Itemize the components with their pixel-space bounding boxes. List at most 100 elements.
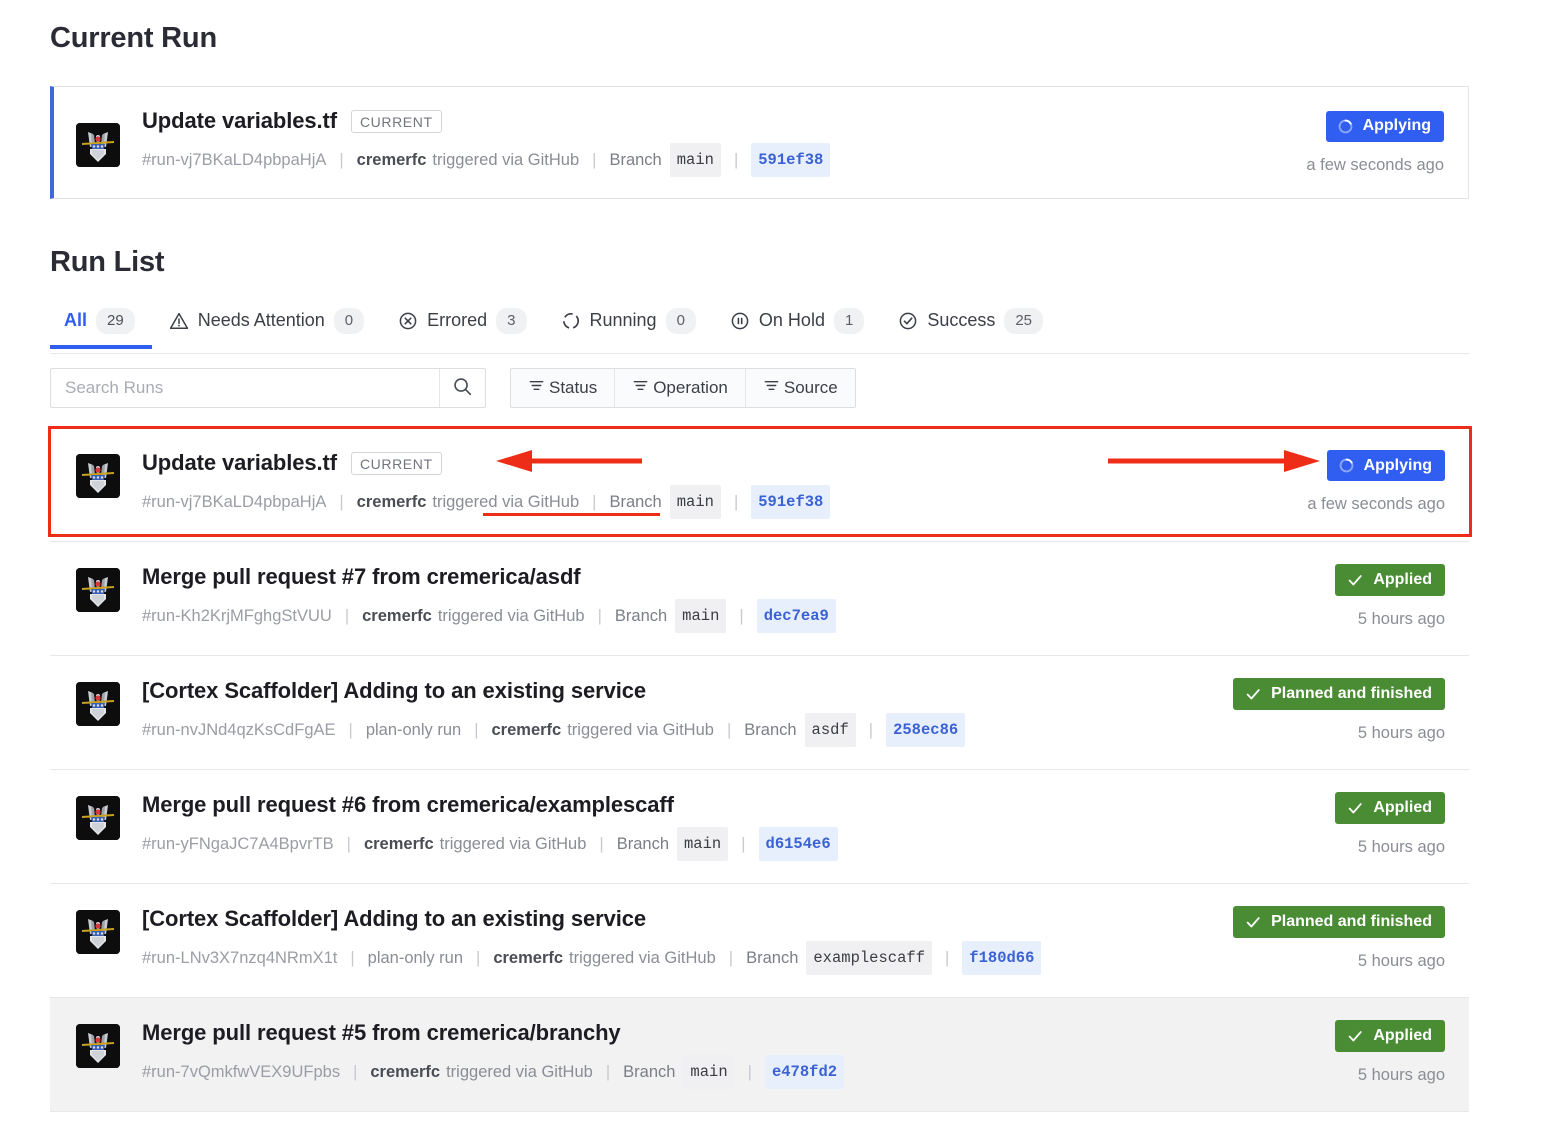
run-list-item[interactable]: [Cortex Scaffolder] Adding to an existin… xyxy=(50,884,1469,998)
search-input[interactable] xyxy=(51,369,439,407)
filter-button-group: Status Operation Source xyxy=(510,368,856,408)
tab-success[interactable]: Success 25 xyxy=(881,308,1060,348)
commit-sha[interactable]: 258ec86 xyxy=(886,713,966,747)
run-title[interactable]: Merge pull request #5 from cremerica/bra… xyxy=(142,1020,621,1046)
search-runs-box[interactable] xyxy=(50,368,486,408)
tab-count: 0 xyxy=(665,308,696,334)
pause-circle-icon xyxy=(730,311,750,331)
meta-separator: | xyxy=(346,835,351,853)
meta-separator: | xyxy=(747,1063,752,1081)
status-badge-label: Applied xyxy=(1373,1027,1432,1044)
filter-status-button[interactable]: Status xyxy=(511,369,616,407)
running-spinner-icon xyxy=(561,311,581,331)
check-icon xyxy=(1346,1027,1364,1045)
commit-sha[interactable]: d6154e6 xyxy=(758,827,838,861)
status-badge-label: Applied xyxy=(1373,799,1432,816)
run-list: Update variables.tf CURRENT #run-vj7BKaL… xyxy=(50,428,1469,1112)
status-badge-label: Applying xyxy=(1362,117,1431,134)
check-icon xyxy=(1244,685,1262,703)
avatar xyxy=(76,682,120,726)
status-badge: Planned and finished xyxy=(1233,906,1445,938)
plan-only-label: plan-only run xyxy=(367,949,464,967)
run-meta: #run-nvJNd4qzKsCdFgAE | plan-only run | … xyxy=(142,713,1213,747)
tab-all[interactable]: All 29 xyxy=(50,308,152,348)
tab-label: Needs Attention xyxy=(197,310,325,331)
run-list-item[interactable]: Update variables.tf CURRENT #run-vj7BKaL… xyxy=(50,428,1469,542)
search-button[interactable] xyxy=(439,369,485,407)
tab-label: Running xyxy=(589,310,657,331)
plan-only-label: plan-only run xyxy=(365,721,462,739)
run-list-item[interactable]: [Cortex Scaffolder] Adding to an existin… xyxy=(50,656,1469,770)
avatar xyxy=(76,568,120,612)
run-list-item[interactable]: Merge pull request #6 from cremerica/exa… xyxy=(50,770,1469,884)
run-user: cremerfc xyxy=(356,493,427,511)
check-circle-icon xyxy=(898,311,918,331)
spinner-icon xyxy=(1338,457,1355,474)
meta-separator: | xyxy=(344,607,350,625)
branch-label: Branch xyxy=(609,493,662,511)
run-status-area: Applying a few seconds ago xyxy=(1244,110,1444,175)
avatar xyxy=(76,1024,120,1068)
commit-sha[interactable]: 591ef38 xyxy=(751,143,831,177)
tab-count: 3 xyxy=(496,308,527,334)
run-timestamp: 5 hours ago xyxy=(1357,1066,1445,1084)
tab-running[interactable]: Running 0 xyxy=(544,308,713,348)
current-run-card[interactable]: Update variables.tf CURRENT #run-vj7BKaL… xyxy=(50,86,1469,199)
meta-separator: | xyxy=(474,721,479,739)
filter-icon xyxy=(763,377,780,399)
meta-separator: | xyxy=(945,949,950,967)
run-trigger: triggered via GitHub xyxy=(446,1063,593,1081)
run-timestamp: a few seconds ago xyxy=(1307,495,1445,513)
commit-sha[interactable]: dec7ea9 xyxy=(756,599,836,633)
meta-separator: | xyxy=(353,1063,358,1081)
runs-toolbar: Status Operation Source xyxy=(50,368,1469,408)
tab-errored[interactable]: Errored 3 xyxy=(381,308,543,348)
branch-label: Branch xyxy=(609,151,662,169)
branch-label: Branch xyxy=(614,607,668,625)
run-timestamp: 5 hours ago xyxy=(1357,952,1445,970)
current-badge: CURRENT xyxy=(350,451,442,475)
run-user: cremerfc xyxy=(493,949,564,967)
commit-sha[interactable]: e478fd2 xyxy=(764,1055,845,1089)
run-title[interactable]: Update variables.tf xyxy=(142,450,337,476)
tab-on-hold[interactable]: On Hold 1 xyxy=(713,308,881,348)
tab-needs-attention[interactable]: Needs Attention 0 xyxy=(152,308,381,348)
meta-separator: | xyxy=(733,151,739,169)
branch-label: Branch xyxy=(746,949,799,967)
branch-name: main xyxy=(683,1055,735,1089)
branch-name: asdf xyxy=(804,713,856,747)
tab-label: Errored xyxy=(427,310,488,331)
run-list-item[interactable]: Merge pull request #7 from cremerica/asd… xyxy=(50,542,1469,656)
filter-icon xyxy=(632,377,649,399)
status-badge: Applied xyxy=(1335,792,1445,824)
tab-label: All xyxy=(64,310,88,331)
run-title[interactable]: [Cortex Scaffolder] Adding to an existin… xyxy=(142,906,646,932)
run-title[interactable]: Merge pull request #6 from cremerica/exa… xyxy=(142,792,674,818)
tab-count: 1 xyxy=(833,308,865,334)
filter-operation-button[interactable]: Operation xyxy=(615,369,746,407)
commit-sha[interactable]: 591ef38 xyxy=(751,485,831,519)
run-title[interactable]: Update variables.tf xyxy=(142,108,337,134)
meta-separator: | xyxy=(348,721,353,739)
run-id: #run-yFNgaJC7A4BpvrTB xyxy=(142,835,334,853)
avatar xyxy=(76,796,120,840)
spinner-icon xyxy=(1337,118,1354,135)
filter-icon xyxy=(528,377,545,399)
run-status-area: Planned and finished 5 hours ago xyxy=(1233,906,1445,971)
run-status-area: Applied 5 hours ago xyxy=(1245,792,1445,857)
filter-label: Operation xyxy=(653,378,728,397)
run-id: #run-vj7BKaLD4pbpaHjA xyxy=(142,151,327,169)
commit-sha[interactable]: f180d66 xyxy=(962,941,1042,975)
filter-label: Status xyxy=(549,378,598,397)
run-list-item[interactable]: Merge pull request #5 from cremerica/bra… xyxy=(50,998,1469,1112)
meta-separator: | xyxy=(868,721,874,739)
run-id: #run-vj7BKaLD4pbpaHjA xyxy=(142,493,327,511)
filter-source-button[interactable]: Source xyxy=(746,369,855,407)
meta-separator: | xyxy=(339,151,344,169)
branch-name: main xyxy=(677,827,729,861)
run-title[interactable]: Merge pull request #7 from cremerica/asd… xyxy=(142,564,581,590)
run-title[interactable]: [Cortex Scaffolder] Adding to an existin… xyxy=(142,678,646,704)
run-user: cremerfc xyxy=(363,835,434,853)
status-badge-label: Applying xyxy=(1363,456,1432,474)
search-icon xyxy=(452,376,473,400)
